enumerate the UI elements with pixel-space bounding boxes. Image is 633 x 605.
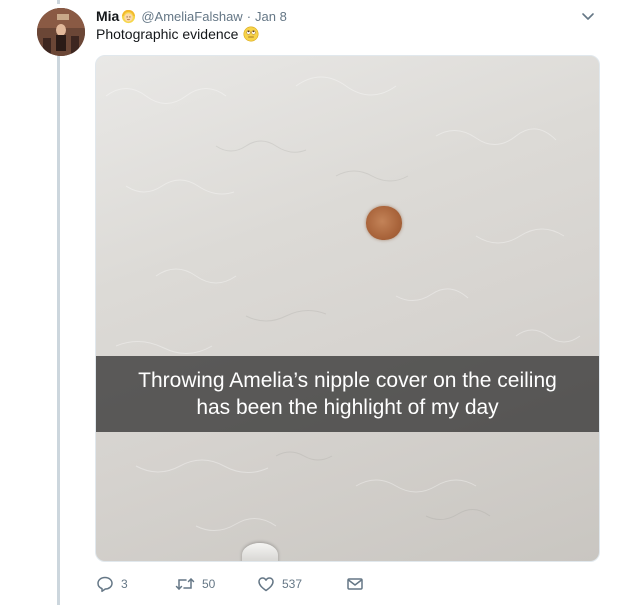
chevron-down-icon[interactable]	[580, 10, 596, 22]
author-handle[interactable]: @AmeliaFalshaw	[141, 9, 242, 24]
tweet-header: Mia @AmeliaFalshaw · Jan 8	[96, 6, 287, 26]
separator-dot: ·	[246, 8, 252, 24]
caption-line-2: has been the highlight of my day	[196, 396, 499, 419]
envelope-icon	[346, 575, 364, 593]
avatar[interactable]	[37, 8, 85, 56]
retweet-icon	[175, 575, 195, 593]
tweet-actions: 3 50 537	[96, 574, 364, 594]
tweet-photo[interactable]: Throwing Amelia’s nipple cover on the ce…	[95, 55, 600, 562]
thread-line-top	[57, 0, 60, 4]
heart-icon	[257, 575, 275, 593]
reply-count: 3	[121, 577, 128, 591]
nipple-cover-on-ceiling	[366, 206, 402, 240]
retweet-button[interactable]: 50	[175, 575, 257, 593]
like-button[interactable]: 537	[257, 575, 346, 593]
light-fixture	[242, 543, 278, 561]
tweet-text-content: Photographic evidence	[96, 26, 239, 42]
caption-line-1: Throwing Amelia’s nipple cover on the ce…	[138, 369, 557, 392]
photo-caption: Throwing Amelia’s nipple cover on the ce…	[96, 356, 599, 432]
blonde-person-emoji-icon	[121, 9, 136, 24]
direct-message-button[interactable]	[346, 575, 364, 593]
retweet-count: 50	[202, 577, 216, 591]
like-count: 537	[282, 577, 303, 591]
ceiling-texture	[105, 76, 581, 531]
tweet-date[interactable]: Jan 8	[255, 9, 287, 24]
face-with-rolling-eyes-emoji-icon	[243, 26, 259, 42]
reply-icon	[96, 575, 114, 593]
tweet-text: Photographic evidence	[96, 26, 259, 42]
reply-button[interactable]: 3	[96, 575, 175, 593]
thread-line	[57, 56, 60, 605]
author-name[interactable]: Mia	[96, 8, 119, 24]
